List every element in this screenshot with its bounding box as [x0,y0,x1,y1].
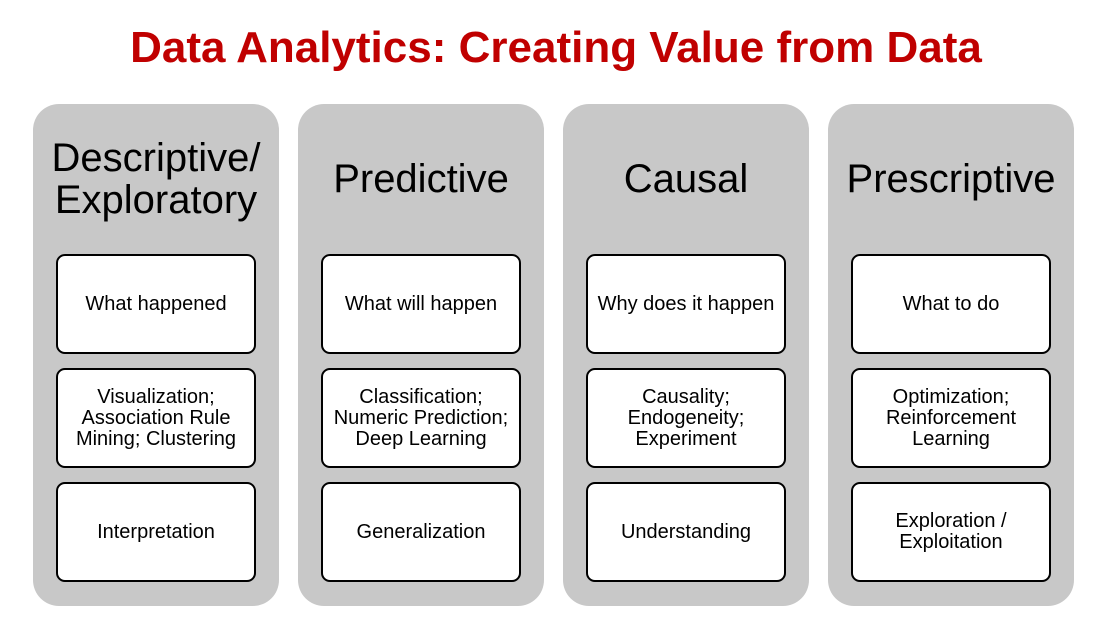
goal-card: Generalization [321,482,521,582]
column-prescriptive: Prescriptive What to do Optimization; Re… [828,104,1074,606]
question-card: What happened [56,254,256,354]
goal-card: Exploration / Exploitation [851,482,1051,582]
methods-card: Visualization; Association Rule Mining; … [56,368,256,468]
column-heading: Predictive [333,157,509,201]
question-card: Why does it happen [586,254,786,354]
column-heading: Descriptive/ Exploratory [51,136,261,222]
column-descriptive-exploratory: Descriptive/ Exploratory What happened V… [33,104,279,606]
goal-card: Interpretation [56,482,256,582]
methods-card: Causality; Endogeneity; Experiment [586,368,786,468]
question-card: What to do [851,254,1051,354]
column-heading: Prescriptive [846,157,1056,201]
page-title: Data Analytics: Creating Value from Data [130,23,982,72]
column-causal: Causal Why does it happen Causality; End… [563,104,809,606]
column-predictive: Predictive What will happen Classificati… [298,104,544,606]
methods-card: Classification; Numeric Prediction; Deep… [321,368,521,468]
question-card: What will happen [321,254,521,354]
methods-card: Optimization; Reinforcement Learning [851,368,1051,468]
goal-card: Understanding [586,482,786,582]
column-heading: Causal [623,157,749,201]
